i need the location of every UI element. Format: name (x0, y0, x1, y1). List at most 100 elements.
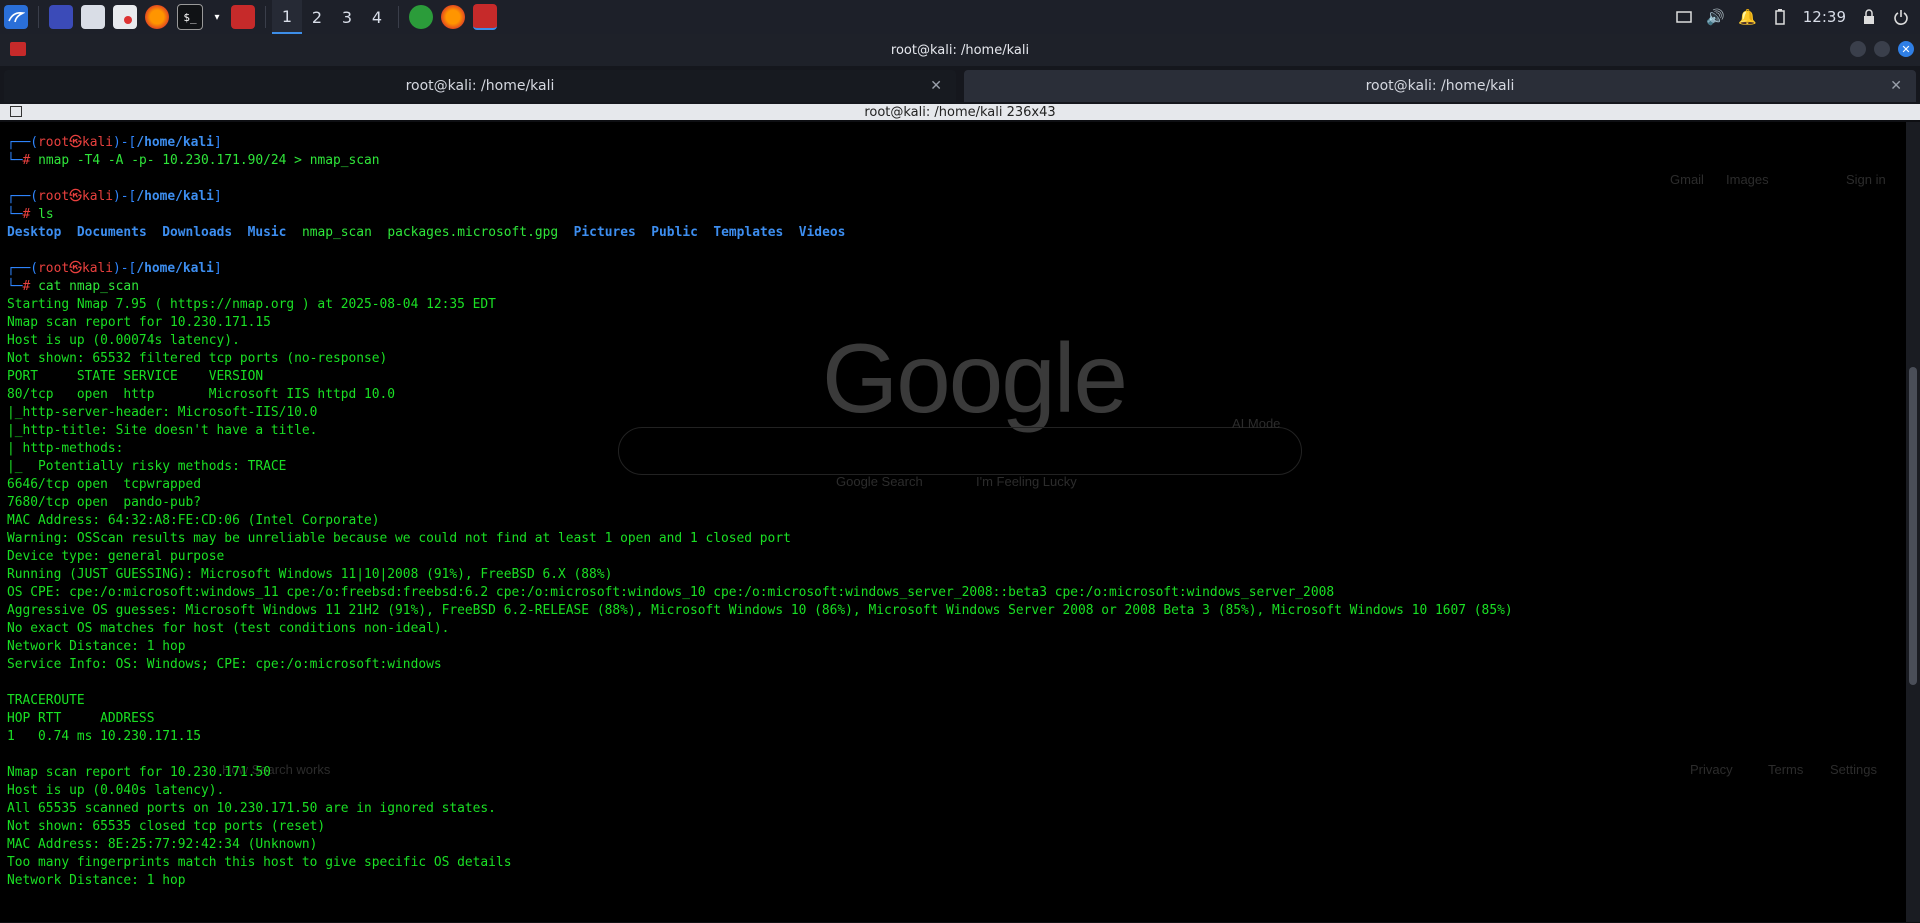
output-line: 7680/tcp open pando-pub? (7, 494, 1513, 512)
command-text: nmap -T4 -A -p- 10.230.171.90/24 > nmap_… (38, 153, 380, 168)
prompt-decoration: ┌──( (7, 189, 39, 204)
output-text: HOP RTT ADDRESS (7, 711, 155, 726)
text-editor-icon[interactable] (113, 5, 137, 29)
output-line: | http-methods: (7, 440, 1513, 458)
prompt-path: /home/kali (136, 189, 214, 204)
taskbar: $_ ▾ 1 2 3 4 🔊 🔔 12:39 (0, 0, 1920, 35)
output-text: Running (JUST GUESSING): Microsoft Windo… (7, 567, 613, 582)
firefox-window-icon[interactable] (441, 5, 465, 29)
terminal-window: root@kali: /home/kali ✕ root@kali: /home… (0, 34, 1920, 923)
window-titlebar[interactable]: root@kali: /home/kali ✕ (0, 34, 1920, 66)
prompt-decoration: )-[ (113, 135, 137, 150)
prompt-line: ┌──(root㉿kali)-[/home/kali] (7, 260, 1513, 278)
output-line: Host is up (0.00074s latency). (7, 332, 1513, 350)
output-line: MAC Address: 64:32:A8:FE:CD:06 (Intel Co… (7, 512, 1513, 530)
output-line: Host is up (0.040s latency). (7, 782, 1513, 800)
clock[interactable]: 12:39 (1803, 8, 1846, 26)
ls-directory: Videos (798, 225, 846, 240)
prompt-line: ┌──(root㉿kali)-[/home/kali] (7, 188, 1513, 206)
notification-bell-icon[interactable]: 🔔 (1738, 8, 1757, 26)
terminal-area[interactable]: Google Gmail Images Sign in AI Mode Goog… (0, 122, 1906, 922)
split-view-icon[interactable] (10, 106, 22, 117)
prompt-decoration: ] (213, 261, 222, 276)
prompt-user-host: root㉿kali (38, 135, 114, 150)
output-text: Too many fingerprints match this host to… (7, 855, 512, 870)
prompt-decoration: ┌──( (7, 135, 39, 150)
ls-output-line: Desktop Documents Downloads Music nmap_s… (7, 224, 1513, 242)
chevron-down-icon[interactable]: ▾ (211, 5, 223, 29)
volume-icon[interactable]: 🔊 (1706, 8, 1725, 26)
output-text: No exact OS matches for host (test condi… (7, 621, 450, 636)
tab-label: root@kali: /home/kali (405, 78, 555, 94)
terminal-scrollbar[interactable] (1906, 122, 1920, 922)
output-text: | http-methods: (7, 441, 132, 456)
output-text: Aggressive OS guesses: Microsoft Windows… (7, 603, 1513, 618)
command-text: cat nmap_scan (38, 279, 139, 294)
ls-directory: Public (651, 225, 698, 240)
output-text: 80/tcp open http Microsoft IIS httpd 10.… (7, 387, 396, 402)
close-tab-icon[interactable]: ✕ (1890, 78, 1902, 94)
output-line: Too many fingerprints match this host to… (7, 854, 1513, 872)
firefox-icon[interactable] (145, 5, 169, 29)
output-line: Not shown: 65535 closed tcp ports (reset… (7, 818, 1513, 836)
system-tray: 🔊 🔔 12:39 (1675, 0, 1920, 34)
prompt-symbol: # (22, 279, 39, 294)
workspace-4[interactable]: 4 (362, 0, 392, 34)
network-tool-icon[interactable] (409, 5, 433, 29)
workspace-3[interactable]: 3 (332, 0, 362, 34)
output-line: Nmap scan report for 10.230.171.15 (7, 314, 1513, 332)
ghost-link: Settings (1830, 762, 1877, 777)
lock-icon[interactable] (1860, 8, 1878, 26)
terminal-window-icon[interactable] (473, 4, 497, 30)
output-text: Warning: OSScan results may be unreliabl… (7, 531, 791, 546)
output-line: MAC Address: 8E:25:77:92:42:34 (Unknown) (7, 836, 1513, 854)
prompt-user-host: root㉿kali (38, 261, 114, 276)
output-text: 6646/tcp open tcpwrapped (7, 477, 202, 492)
prompt-path: /home/kali (136, 135, 214, 150)
ls-directory: Pictures (573, 225, 636, 240)
output-line: All 65535 scanned ports on 10.230.171.50… (7, 800, 1513, 818)
battery-icon[interactable] (1771, 8, 1789, 26)
output-text: Not shown: 65532 filtered tcp ports (no-… (7, 351, 388, 366)
kali-menu-icon[interactable] (4, 5, 28, 29)
prompt-line: ┌──(root㉿kali)-[/home/kali] (7, 134, 1513, 152)
show-desktop-icon[interactable] (49, 5, 73, 29)
power-icon[interactable] (1892, 8, 1910, 26)
output-text: All 65535 scanned ports on 10.230.171.50… (7, 801, 496, 816)
prompt-user-host: root㉿kali (38, 189, 114, 204)
workspace-2[interactable]: 2 (302, 0, 332, 34)
prompt-decoration: └─ (7, 207, 23, 222)
kali-tools-icon[interactable] (231, 5, 255, 29)
prompt-path: /home/kali (136, 261, 214, 276)
command-line: └─# ls (7, 206, 1513, 224)
close-button[interactable]: ✕ (1898, 41, 1914, 57)
scrollbar-thumb[interactable] (1909, 367, 1917, 685)
output-line: Aggressive OS guesses: Microsoft Windows… (7, 602, 1513, 620)
file-manager-icon[interactable] (81, 5, 105, 29)
output-line: No exact OS matches for host (test condi… (7, 620, 1513, 638)
output-line: PORT STATE SERVICE VERSION (7, 368, 1513, 386)
window-controls: ✕ (1850, 41, 1914, 57)
terminal-icon[interactable]: $_ (177, 4, 203, 30)
ls-directory: Desktop (7, 225, 62, 240)
ghost-link: Sign in (1846, 172, 1886, 187)
prompt-decoration: )-[ (113, 261, 137, 276)
tab-1[interactable]: root@kali: /home/kali ✕ (4, 70, 956, 102)
minimize-button[interactable] (1850, 41, 1866, 57)
output-line: Service Info: OS: Windows; CPE: cpe:/o:m… (7, 656, 1513, 674)
ls-file: packages.microsoft.gpg (387, 225, 559, 240)
output-text: Starting Nmap 7.95 ( https://nmap.org ) … (7, 297, 496, 312)
output-text: 7680/tcp open pando-pub? (7, 495, 202, 510)
output-line: Network Distance: 1 hop (7, 638, 1513, 656)
output-text: TRACEROUTE (7, 693, 85, 708)
tab-2[interactable]: root@kali: /home/kali ✕ (964, 70, 1916, 102)
workspace-1[interactable]: 1 (272, 0, 302, 34)
display-icon[interactable] (1675, 8, 1693, 26)
output-line: 80/tcp open http Microsoft IIS httpd 10.… (7, 386, 1513, 404)
ls-directory: Downloads (162, 225, 233, 240)
close-tab-icon[interactable]: ✕ (930, 78, 942, 94)
maximize-button[interactable] (1874, 41, 1890, 57)
